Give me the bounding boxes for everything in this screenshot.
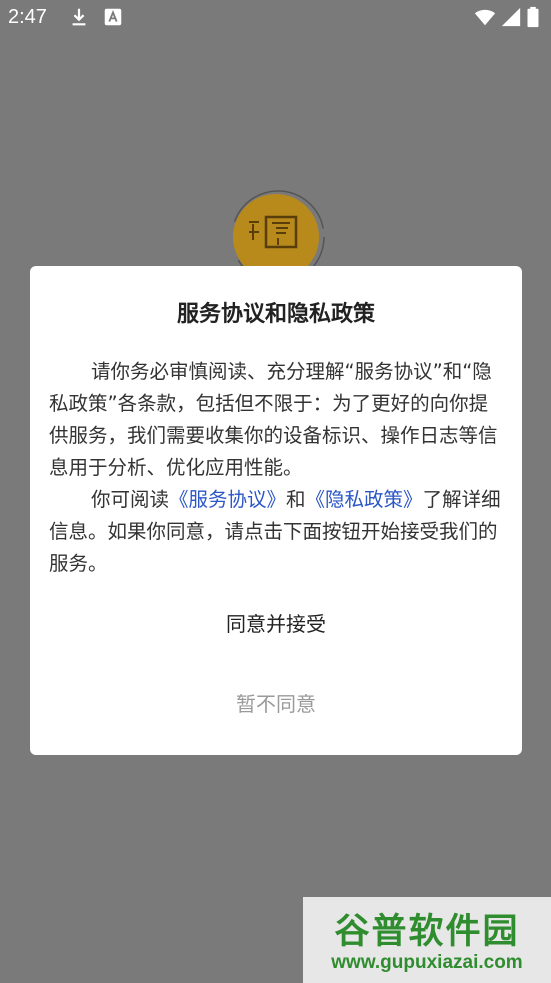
watermark-url: www.gupuxiazai.com: [331, 952, 523, 973]
signal-icon: [501, 7, 521, 27]
para2-prefix: 你可阅读: [91, 488, 170, 511]
dialog-paragraph-1: 请你务必审慎阅读、充分理解“服务协议”和“隐私政策”各条款，包括但不限于：为了更…: [49, 360, 498, 479]
para2-and: 和: [286, 488, 306, 511]
status-time: 2:47: [8, 6, 47, 28]
watermark: 谷普软件园 www.gupuxiazai.com: [303, 897, 551, 983]
wifi-icon: [474, 9, 496, 26]
watermark-title: 谷普软件园: [334, 912, 520, 952]
keyboard-a-icon: [104, 8, 122, 26]
battery-icon: [527, 6, 539, 28]
disagree-button[interactable]: 暂不同意: [30, 688, 522, 717]
agree-button[interactable]: 同意并接受: [30, 608, 522, 637]
dialog-title: 服务协议和隐私政策: [176, 302, 375, 327]
privacy-dialog: 服务协议和隐私政策 请你务必审慎阅读、充分理解“服务协议”和“隐私政策”各条款，…: [30, 266, 522, 755]
dialog-paragraph-2: 你可阅读《服务协议》和《隐私政策》了解详细信息。如果你同意，请点击下面按钮开始接…: [49, 484, 504, 580]
status-bar: 2:47: [0, 0, 551, 36]
privacy-policy-link[interactable]: 《隐私政策》: [306, 488, 423, 511]
dialog-body: 请你务必审慎阅读、充分理解“服务协议”和“隐私政策”各条款，包括但不限于：为了更…: [49, 356, 504, 580]
service-agreement-link[interactable]: 《服务协议》: [169, 488, 286, 511]
download-icon: [72, 8, 86, 26]
